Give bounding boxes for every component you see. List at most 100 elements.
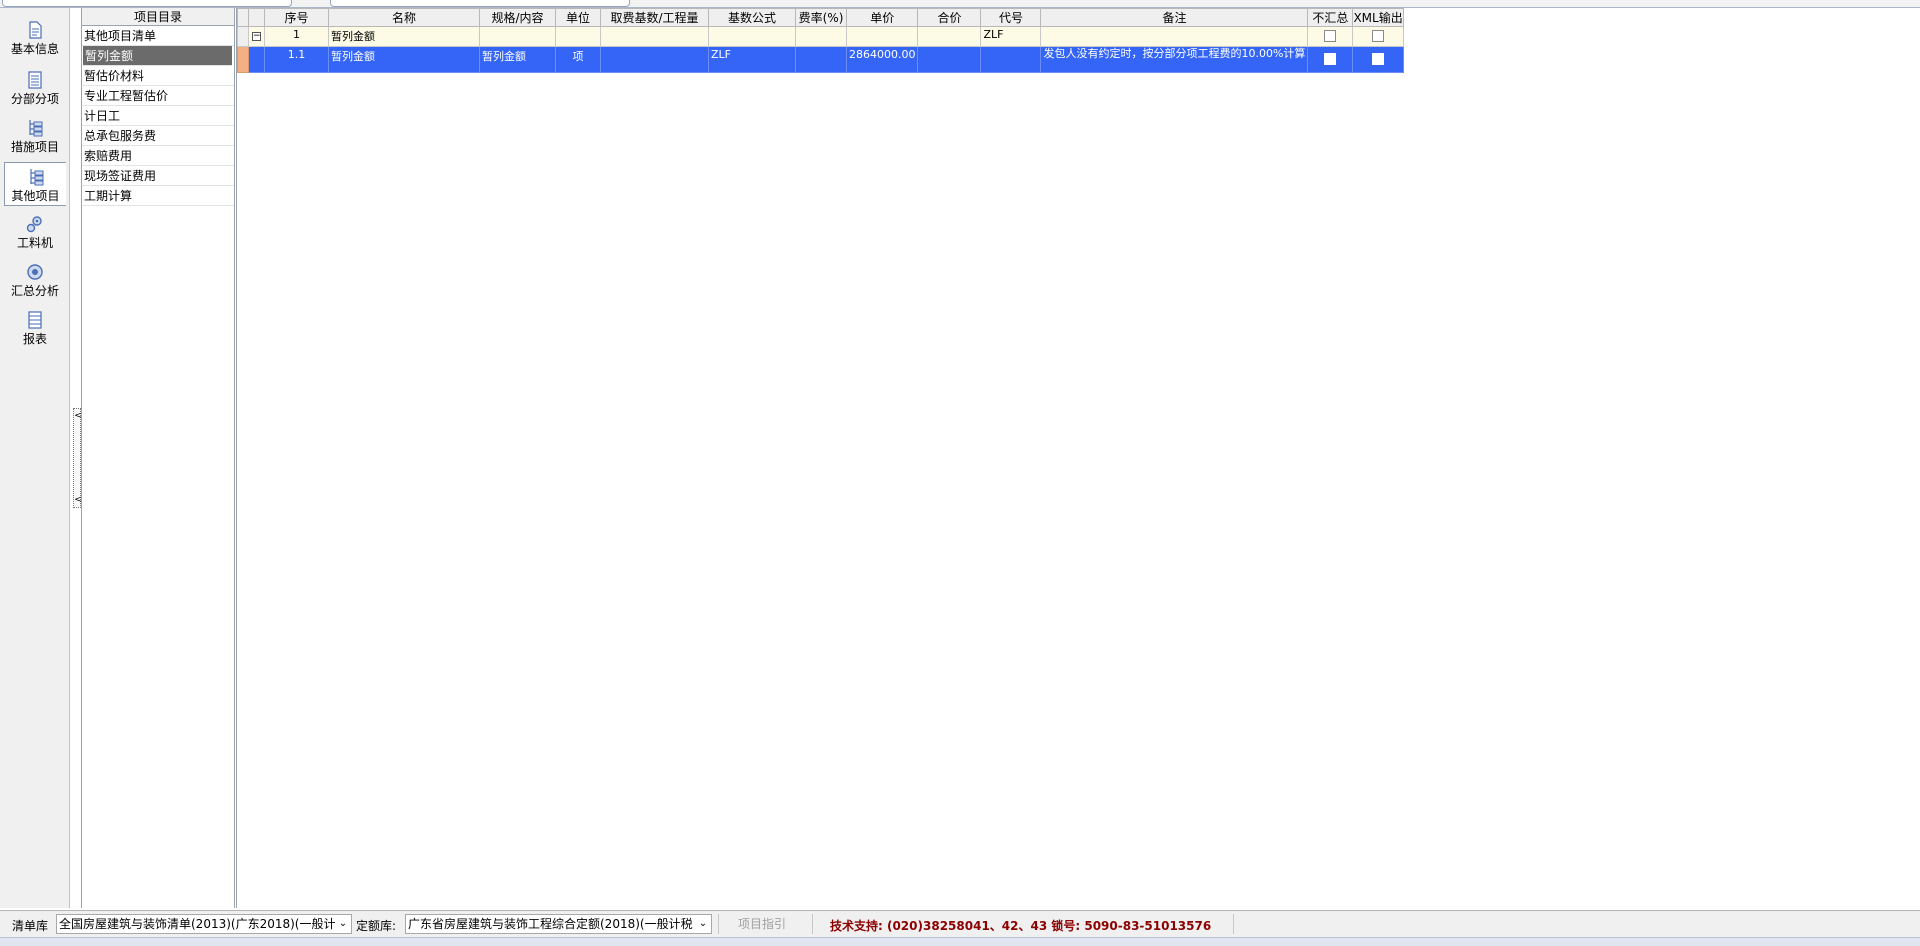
nav-label: 其他项目 xyxy=(11,189,60,203)
tree-icon xyxy=(29,169,43,186)
seq-cell[interactable]: 1 xyxy=(264,26,329,47)
column-header[interactable]: 备注 xyxy=(1040,8,1309,27)
table-row[interactable]: − 1 暂列金额 ZLF xyxy=(237,26,1404,47)
nav-sub-items[interactable]: 分部分项 xyxy=(4,66,66,110)
nav-materials[interactable]: 工料机 xyxy=(4,210,66,254)
chevron-down-icon[interactable]: ⌄ xyxy=(695,915,711,933)
other-items-grid: 序号 名称 规格/内容 单位 取费基数/工程量 基数公式 费率(%) 单价 合价… xyxy=(236,8,1920,908)
rate-cell[interactable] xyxy=(795,46,847,73)
items-table: 序号 名称 规格/内容 单位 取费基数/工程量 基数公式 费率(%) 单价 合价… xyxy=(237,8,1404,73)
xml-output-cell[interactable] xyxy=(1352,46,1404,73)
gears-icon xyxy=(26,216,42,233)
unit-cell[interactable]: 项 xyxy=(555,46,601,73)
directory-item[interactable]: 其他项目清单 xyxy=(82,26,234,46)
base-cell[interactable] xyxy=(600,46,709,73)
column-header[interactable]: 不汇总 xyxy=(1307,8,1354,27)
directory-item[interactable]: 索赔费用 xyxy=(82,146,234,166)
divider xyxy=(812,914,813,934)
bottom-strip xyxy=(0,937,1920,946)
column-header[interactable]: 基数公式 xyxy=(708,8,796,27)
top-tab-strip xyxy=(0,0,1920,8)
column-header[interactable]: 规格/内容 xyxy=(479,8,556,27)
left-navigation: 基本信息 分部分项 措施项目 其他项目 工料机 汇总分析 报表 xyxy=(0,8,70,908)
directory-item[interactable]: 工期计算 xyxy=(82,186,234,206)
expander-cell[interactable]: − xyxy=(248,26,265,47)
price-cell[interactable]: 2864000.00 xyxy=(845,46,919,73)
bill-library-value: 全国房屋建筑与装饰清单(2013)(广东2018)(一般计税 xyxy=(59,917,348,931)
no-summary-checkbox[interactable] xyxy=(1324,30,1337,42)
name-cell[interactable]: 暂列金额 xyxy=(328,26,480,47)
disc-icon xyxy=(27,264,43,280)
directory-item-selected[interactable]: 暂列金额 xyxy=(83,46,232,66)
divider xyxy=(718,914,719,934)
no-summary-cell[interactable] xyxy=(1307,46,1354,73)
column-header[interactable]: 序号 xyxy=(264,8,329,27)
column-header[interactable]: 合价 xyxy=(917,8,982,27)
column-header[interactable]: 代号 xyxy=(980,8,1042,27)
xml-output-checkbox[interactable] xyxy=(1372,30,1385,42)
directory-header: 项目目录 xyxy=(82,8,234,26)
directory-item[interactable]: 现场签证费用 xyxy=(82,166,234,186)
collapse-icon[interactable]: − xyxy=(252,32,261,41)
formula-cell[interactable]: ZLF xyxy=(708,46,796,73)
document-tab[interactable] xyxy=(330,0,630,7)
list-icon xyxy=(28,71,42,89)
directory-item[interactable]: 总承包服务费 xyxy=(82,126,234,146)
remark-cell[interactable]: 发包人没有约定时，按分部分项工程费的10.00%计算 xyxy=(1040,46,1309,73)
formula-cell[interactable] xyxy=(708,26,796,47)
expander-cell[interactable] xyxy=(248,46,265,73)
table-row-selected[interactable]: 1.1 暂列金额 暂列金额 项 ZLF 2864000.00 发包人没有约定时，… xyxy=(237,46,1404,73)
quota-library-label: 定额库: xyxy=(356,919,397,933)
chevron-down-icon[interactable]: ⌄ xyxy=(335,915,351,933)
nav-summary[interactable]: 汇总分析 xyxy=(4,258,66,302)
quota-library-select[interactable]: 广东省房屋建筑与装饰工程综合定额(2018)(一般计税 ⌄ xyxy=(405,914,712,934)
rate-cell[interactable] xyxy=(795,26,847,47)
xml-output-cell[interactable] xyxy=(1352,26,1404,47)
directory-item[interactable]: 计日工 xyxy=(82,106,234,126)
spec-cell[interactable] xyxy=(479,26,556,47)
column-header[interactable]: 取费基数/工程量 xyxy=(600,8,709,27)
no-summary-checkbox[interactable] xyxy=(1324,53,1337,65)
code-cell[interactable]: ZLF xyxy=(980,26,1042,47)
column-header[interactable]: XML输出 xyxy=(1352,8,1404,27)
remark-cell[interactable] xyxy=(1040,26,1309,47)
column-header[interactable]: 费率(%) xyxy=(795,8,847,27)
status-bar: 清单库 全国房屋建筑与装饰清单(2013)(广东2018)(一般计税 ⌄ 定额库… xyxy=(0,910,1920,937)
project-directory-panel: 项目目录 其他项目清单 暂列金额 暂估价材料 专业工程暂估价 计日工 总承包服务… xyxy=(81,8,235,908)
report-icon xyxy=(28,311,42,329)
bill-library-select[interactable]: 全国房屋建筑与装饰清单(2013)(广东2018)(一般计税 ⌄ xyxy=(56,914,352,934)
bill-library-label: 清单库 xyxy=(12,919,49,933)
spec-cell[interactable]: 暂列金额 xyxy=(479,46,556,73)
seq-cell[interactable]: 1.1 xyxy=(264,46,329,73)
row-marker-header xyxy=(237,8,249,27)
column-header[interactable]: 单价 xyxy=(845,8,919,27)
document-tab[interactable] xyxy=(2,0,292,7)
column-header[interactable]: 名称 xyxy=(328,8,480,27)
project-guide-button[interactable]: 项目指引 xyxy=(722,914,802,934)
nav-label: 措施项目 xyxy=(10,140,59,154)
directory-item[interactable]: 专业工程暂估价 xyxy=(82,86,234,106)
total-cell[interactable] xyxy=(917,26,982,47)
nav-label: 汇总分析 xyxy=(10,284,59,298)
base-cell[interactable] xyxy=(600,26,709,47)
total-cell[interactable] xyxy=(917,46,982,73)
row-marker[interactable] xyxy=(237,26,249,47)
nav-measures[interactable]: 措施项目 xyxy=(4,114,66,158)
nav-other-items[interactable]: 其他项目 xyxy=(4,162,66,206)
row-marker[interactable] xyxy=(237,46,249,73)
code-cell[interactable] xyxy=(980,46,1042,73)
nav-label: 基本信息 xyxy=(10,42,59,56)
nav-label: 工料机 xyxy=(16,236,53,250)
tech-support-text: 技术支持: (020)38258041、42、43 锁号: 5090-83-51… xyxy=(830,919,1212,933)
panel-splitter[interactable]: < < xyxy=(73,408,82,508)
xml-output-checkbox[interactable] xyxy=(1372,53,1385,65)
unit-cell[interactable] xyxy=(555,26,601,47)
no-summary-cell[interactable] xyxy=(1307,26,1354,47)
nav-basic-info[interactable]: 基本信息 xyxy=(4,16,66,60)
price-cell[interactable] xyxy=(845,26,919,47)
expander-header xyxy=(248,8,265,27)
name-cell[interactable]: 暂列金额 xyxy=(328,46,480,73)
nav-reports[interactable]: 报表 xyxy=(4,306,66,350)
directory-item[interactable]: 暂估价材料 xyxy=(82,66,234,86)
column-header[interactable]: 单位 xyxy=(555,8,601,27)
